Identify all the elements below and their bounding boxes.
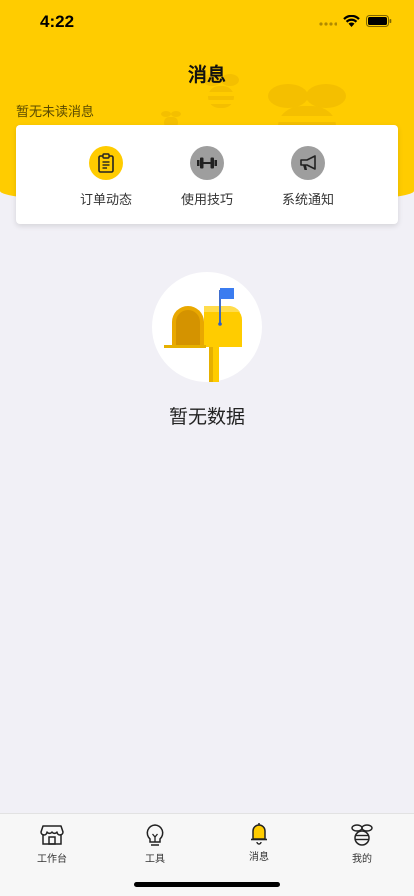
clipboard-icon [89, 146, 123, 180]
lightbulb-icon [110, 822, 200, 848]
message-category-card: 订单动态 使用技巧 系统通知 [16, 125, 398, 224]
megaphone-icon [291, 146, 325, 180]
unread-status: 暂无未读消息 [16, 105, 95, 120]
tab-label: 消息 [249, 852, 269, 863]
tab-tools[interactable]: 工具 [110, 822, 200, 865]
battery-icon [366, 15, 392, 27]
bell-icon [214, 820, 304, 846]
bee-icon [317, 822, 407, 848]
empty-state-illustration [152, 272, 262, 382]
category-usage-tips[interactable]: 使用技巧 [167, 146, 247, 208]
status-time: 4:22 [40, 12, 75, 31]
category-order-updates[interactable]: 订单动态 [66, 146, 146, 208]
tab-label: 我的 [352, 854, 372, 865]
wifi-icon [343, 15, 360, 27]
status-bar: 4:22 [0, 0, 414, 44]
tab-workbench[interactable]: 工作台 [7, 822, 97, 865]
page-title: 消息 [187, 64, 226, 86]
mailbox-icon [164, 288, 242, 382]
tab-label: 工作台 [37, 854, 67, 865]
dumbbell-icon [190, 146, 224, 180]
empty-state-text: 暂无数据 [168, 406, 245, 428]
category-label: 使用技巧 [180, 193, 233, 208]
tab-messages[interactable]: 消息 [214, 820, 304, 863]
home-indicator[interactable] [134, 882, 280, 887]
store-icon [7, 822, 97, 848]
category-label: 订单动态 [79, 193, 132, 208]
category-label: 系统通知 [281, 193, 334, 208]
category-system-notices[interactable]: 系统通知 [268, 146, 348, 208]
tab-label: 工具 [145, 854, 165, 865]
tab-mine[interactable]: 我的 [317, 822, 407, 865]
signal-icon [319, 22, 337, 26]
